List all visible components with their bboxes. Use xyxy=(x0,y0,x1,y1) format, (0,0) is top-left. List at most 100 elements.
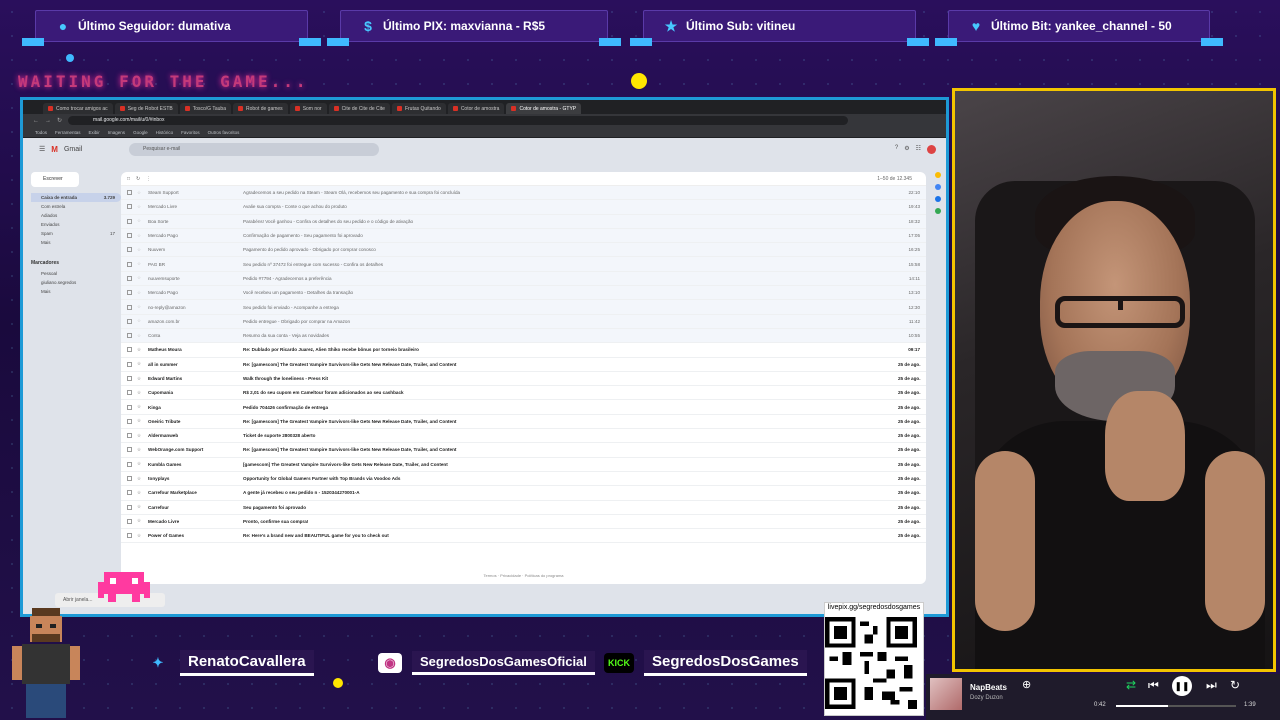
progress-bar[interactable] xyxy=(1116,705,1236,707)
previous-icon[interactable]: ⏮ xyxy=(1148,678,1159,693)
star-icon[interactable]: ☆ xyxy=(137,275,143,281)
star-icon[interactable]: ☆ xyxy=(137,390,143,396)
email-row[interactable]: ☆ Oneiric Tribute Re: [gamescom] The Great… xyxy=(121,414,926,430)
star-icon[interactable]: ☆ xyxy=(137,304,143,310)
email-row[interactable]: ☆ no-reply@amazon Seu pedido foi enviado -… xyxy=(121,300,926,315)
browser-tab[interactable]: Robot de games xyxy=(232,103,288,114)
browser-tab[interactable]: Som nor xyxy=(289,103,327,114)
star-icon[interactable]: ☆ xyxy=(137,490,143,496)
email-row[interactable]: ☆ Conta Resumo da sua conta - Veja as novi… xyxy=(121,328,926,344)
email-row[interactable]: ☆ Steam Support Agradecemos a seu pedido n… xyxy=(121,186,926,201)
contacts-icon[interactable] xyxy=(935,196,941,202)
email-row[interactable]: ☆ all in summer Re: [gamescom] The Greates… xyxy=(121,357,926,372)
avatar[interactable] xyxy=(927,144,936,154)
email-row[interactable]: ☆ Carrefour Seu pagamento foi aprovado 25 d… xyxy=(121,500,926,515)
email-row[interactable]: ☆ PAG BR Seu pedido nº 37472 foi entregue … xyxy=(121,257,926,272)
gear-icon[interactable]: ⚙ xyxy=(904,145,909,154)
browser-tab[interactable]: Cotor de amostra xyxy=(447,103,505,114)
star-icon[interactable]: ☆ xyxy=(137,533,143,539)
gmail-logo[interactable]: ☰ M Gmail xyxy=(39,145,119,154)
row-checkbox[interactable] xyxy=(127,347,132,353)
browser-tab[interactable]: Seg de Robot ESTB xyxy=(114,103,178,114)
email-row[interactable]: ☆ Kumbla Games [gamescom] The Greatest Vam… xyxy=(121,457,926,472)
row-checkbox[interactable] xyxy=(127,261,132,267)
row-checkbox[interactable] xyxy=(127,333,132,339)
bookmark[interactable]: Ferramentas xyxy=(55,130,81,135)
bookmark[interactable]: Google xyxy=(133,130,148,135)
bookmark[interactable]: Outros favoritos xyxy=(208,130,240,135)
row-checkbox[interactable] xyxy=(127,290,132,296)
email-row[interactable]: ☆ Mercado Pago Confirmação de pagamento - … xyxy=(121,228,926,244)
email-row[interactable]: ☆ Nuuvem Pagamento do pedido aprovado - Ob… xyxy=(121,243,926,258)
tasks-icon[interactable] xyxy=(935,184,941,190)
add-icon[interactable]: ⊕ xyxy=(1022,678,1031,691)
menu-icon[interactable]: ☰ xyxy=(39,145,45,153)
label-item[interactable]: giuliano.segredos xyxy=(31,278,121,287)
bookmark[interactable]: Histórico xyxy=(156,130,174,135)
email-row[interactable]: ☆ Boa Sorte Parabéns! Você ganhou - Confir… xyxy=(121,214,926,229)
star-icon[interactable]: ☆ xyxy=(137,261,143,267)
email-row[interactable]: ☆ Mercado Pago Você recebeu um pagamento -… xyxy=(121,286,926,301)
next-icon[interactable]: ⏭ xyxy=(1206,678,1217,693)
star-icon[interactable]: ☆ xyxy=(137,290,143,296)
star-icon[interactable]: ☆ xyxy=(137,433,143,439)
pause-button[interactable]: ❚❚ xyxy=(1172,676,1192,696)
row-checkbox[interactable] xyxy=(127,490,132,496)
row-checkbox[interactable] xyxy=(127,190,132,196)
star-icon[interactable]: ☆ xyxy=(137,190,143,196)
forward-icon[interactable]: → xyxy=(45,118,51,124)
email-row[interactable]: ☆ Edward Martins Walk through the loneline… xyxy=(121,371,926,387)
sidebar-item-more[interactable]: Mais xyxy=(31,238,121,247)
star-icon[interactable]: ☆ xyxy=(137,476,143,482)
row-checkbox[interactable] xyxy=(127,376,132,381)
star-icon[interactable]: ☆ xyxy=(137,376,143,382)
row-checkbox[interactable] xyxy=(127,304,132,310)
select-all-checkbox[interactable]: □ xyxy=(127,176,130,182)
star-icon[interactable]: ☆ xyxy=(137,347,143,353)
star-icon[interactable]: ☆ xyxy=(137,518,143,524)
url-field[interactable]: mail.google.com/mail/u/0/#inbox xyxy=(68,116,849,125)
email-row[interactable]: ☆ Carrefour Marketplace A gente já recebeu… xyxy=(121,486,926,501)
compose-button[interactable]: Escrever xyxy=(31,172,79,187)
bookmark[interactable]: Todos xyxy=(35,130,47,135)
reload-icon[interactable]: ↻ xyxy=(57,117,62,124)
sidebar-item-inbox[interactable]: Caixa de entrada 3.729 xyxy=(31,193,121,202)
star-icon[interactable]: ☆ xyxy=(137,447,143,453)
star-icon[interactable]: ☆ xyxy=(137,418,143,424)
sidebar-item-spam[interactable]: Spam 17 xyxy=(31,229,121,238)
calendar-icon[interactable] xyxy=(935,208,941,214)
row-checkbox[interactable] xyxy=(127,518,132,524)
row-checkbox[interactable] xyxy=(127,433,132,439)
email-row[interactable]: ☆ Matheus Moura Re: Dublado por Ricardo Ju… xyxy=(121,343,926,358)
shuffle-icon[interactable]: ⇄ xyxy=(1126,678,1136,692)
row-checkbox[interactable] xyxy=(127,476,132,482)
row-checkbox[interactable] xyxy=(127,390,132,396)
keep-icon[interactable] xyxy=(935,172,941,178)
star-icon[interactable]: ☆ xyxy=(137,461,143,467)
bookmark[interactable]: Imagens xyxy=(108,130,125,135)
email-row[interactable]: ☆ WebOrange.com Support Re: [gamescom] The… xyxy=(121,443,926,458)
search-input[interactable]: Pesquisar e-mail xyxy=(129,142,379,156)
row-checkbox[interactable] xyxy=(127,404,132,410)
email-row[interactable]: ☆ tonyplays Opportunity for Global Gamers … xyxy=(121,471,926,487)
star-icon[interactable]: ☆ xyxy=(137,233,143,239)
star-icon[interactable]: ☆ xyxy=(137,361,143,367)
row-checkbox[interactable] xyxy=(127,204,132,210)
row-checkbox[interactable] xyxy=(127,447,132,453)
email-row[interactable]: ☆ Cupomania R$ 2,01 do seu cupom em Camelt… xyxy=(121,386,926,401)
qr-code[interactable] xyxy=(825,617,917,709)
apps-icon[interactable]: ☷ xyxy=(916,145,921,154)
email-row[interactable]: ☆ Mercado Livre Pronto, confirme sua compr… xyxy=(121,514,926,530)
email-row[interactable]: ☆ Aldermanweb Ticket de suporte 2800328 ab… xyxy=(121,429,926,444)
row-checkbox[interactable] xyxy=(127,461,132,467)
row-checkbox[interactable] xyxy=(127,418,132,424)
row-checkbox[interactable] xyxy=(127,533,132,539)
row-checkbox[interactable] xyxy=(127,218,132,224)
bookmark[interactable]: Favoritos xyxy=(181,130,200,135)
browser-tab[interactable]: Tosco/G Tauba xyxy=(179,103,231,114)
browser-tab[interactable]: Frutas Quitando xyxy=(391,103,446,114)
email-row[interactable]: ☆ nuuvemsuporte Pedido #7794 - Agradecemos… xyxy=(121,271,926,287)
repeat-icon[interactable]: ↻ xyxy=(1230,678,1240,692)
row-checkbox[interactable] xyxy=(127,275,132,281)
row-checkbox[interactable] xyxy=(127,233,132,239)
